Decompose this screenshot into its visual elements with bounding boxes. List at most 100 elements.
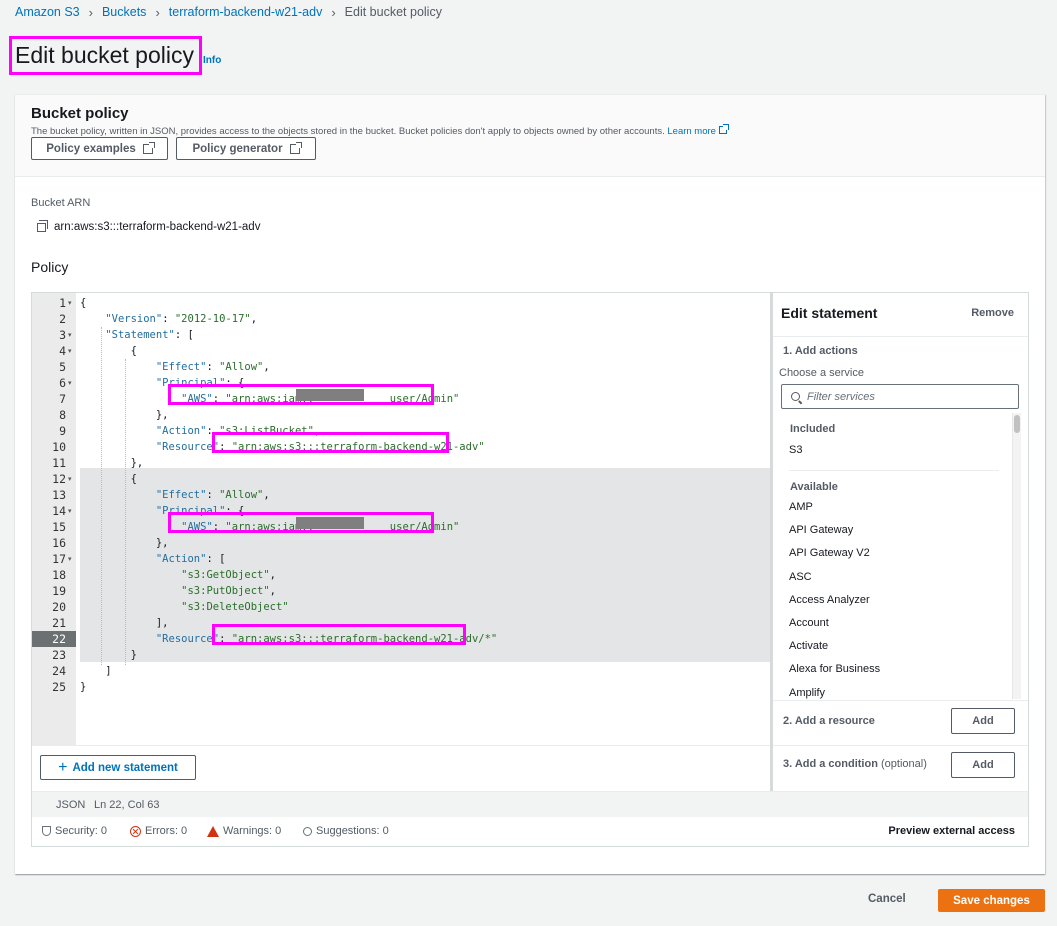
- external-link-icon: [289, 141, 302, 154]
- code-token: "Effect": [155, 361, 207, 373]
- code-line[interactable]: ]: [80, 663, 111, 679]
- code-line[interactable]: "s3:PutObject",: [80, 583, 276, 599]
- included-heading: Included: [790, 423, 836, 435]
- code-line[interactable]: }: [80, 647, 137, 663]
- service-item[interactable]: Amplify: [789, 687, 825, 699]
- filter-services-input[interactable]: Filter services: [781, 384, 1019, 409]
- add-new-statement-button[interactable]: + Add new statement: [40, 755, 196, 780]
- fold-toggle-icon[interactable]: ▾: [68, 507, 72, 515]
- suggestions-count[interactable]: Suggestions: 0: [303, 825, 389, 837]
- code-token: }: [80, 681, 87, 693]
- fold-toggle-icon[interactable]: ▾: [68, 555, 72, 563]
- line-number: 10: [52, 440, 66, 454]
- fold-toggle-icon[interactable]: ▾: [68, 331, 72, 339]
- scrollbar-thumb[interactable]: [1014, 415, 1020, 433]
- fold-toggle-icon[interactable]: ▾: [68, 475, 72, 483]
- services-scrollbar[interactable]: [1012, 413, 1021, 699]
- code-token: {: [80, 345, 137, 357]
- preview-external-access-button[interactable]: Preview external access: [888, 825, 1015, 837]
- add-condition-button[interactable]: Add: [951, 752, 1015, 778]
- service-item[interactable]: Account: [789, 617, 829, 629]
- line-number: 4: [59, 344, 66, 358]
- service-item[interactable]: API Gateway: [789, 524, 853, 536]
- breadcrumb-amazon-s3[interactable]: Amazon S3: [15, 5, 80, 19]
- code-line[interactable]: },: [80, 455, 144, 471]
- breadcrumb-buckets[interactable]: Buckets: [102, 5, 146, 19]
- line-number: 13: [52, 488, 66, 502]
- service-item[interactable]: API Gateway V2: [789, 547, 870, 559]
- divider: [773, 700, 1028, 701]
- service-item[interactable]: Activate: [789, 640, 828, 652]
- code-token: "Allow": [219, 361, 264, 373]
- code-line[interactable]: "s3:GetObject",: [80, 567, 276, 583]
- service-item[interactable]: ASC: [789, 571, 812, 583]
- code-token: "s3:PutObject": [181, 585, 270, 597]
- description-text: The bucket policy, written in JSON, prov…: [31, 126, 665, 137]
- learn-more-link[interactable]: Learn more: [667, 124, 729, 137]
- copy-icon[interactable]: [37, 219, 48, 232]
- available-heading: Available: [790, 481, 838, 493]
- service-item[interactable]: AMP: [789, 501, 813, 513]
- editor-status-bar: JSON Ln 22, Col 63: [32, 791, 1028, 817]
- breadcrumb-bucket[interactable]: terraform-backend-w21-adv: [169, 5, 323, 19]
- code-token: "Action": [155, 553, 207, 565]
- fold-toggle-icon[interactable]: ▾: [68, 379, 72, 387]
- add-resource-heading: 2. Add a resource: [783, 715, 875, 727]
- service-item-s3[interactable]: S3: [789, 444, 802, 456]
- bucket-policy-panel: Bucket policy The bucket policy, written…: [15, 94, 1045, 874]
- line-number: 16: [52, 536, 66, 550]
- code-line[interactable]: "s3:DeleteObject": [80, 599, 288, 615]
- code-line[interactable]: {: [80, 471, 137, 487]
- line-number: 5: [59, 360, 66, 374]
- lightbulb-icon: [303, 826, 312, 836]
- editor-actions: + Add new statement: [32, 745, 770, 791]
- bucket-arn-label: Bucket ARN: [31, 197, 91, 209]
- code-token: ,: [269, 585, 276, 597]
- line-number: 11: [52, 456, 66, 470]
- code-line[interactable]: {: [80, 295, 86, 311]
- warnings-count[interactable]: Warnings: 0: [207, 825, 281, 837]
- add-resource-button[interactable]: Add: [951, 708, 1015, 734]
- external-link-icon: [718, 124, 729, 134]
- fold-toggle-icon[interactable]: ▾: [68, 299, 72, 307]
- divider: [773, 745, 1028, 746]
- code-token: "2012-10-17": [174, 313, 251, 325]
- cancel-button[interactable]: Cancel: [868, 893, 906, 905]
- code-token: ,: [263, 489, 270, 501]
- highlight-resource-2: [212, 624, 466, 645]
- line-number: 9: [59, 424, 66, 438]
- panel-header: Bucket policy The bucket policy, written…: [15, 95, 1045, 177]
- remove-statement-button[interactable]: Remove: [971, 307, 1014, 319]
- service-item[interactable]: Alexa for Business: [789, 663, 880, 675]
- policy-examples-button[interactable]: Policy examples: [31, 137, 168, 160]
- code-line[interactable]: "Statement": [: [80, 327, 194, 343]
- policy-generator-button[interactable]: Policy generator: [176, 137, 316, 160]
- fold-toggle-icon[interactable]: ▾: [68, 347, 72, 355]
- line-number: 18: [52, 568, 66, 582]
- page-title: Edit bucket policy: [15, 42, 194, 68]
- save-changes-button[interactable]: Save changes: [938, 889, 1045, 912]
- security-count[interactable]: Security: 0: [42, 825, 107, 837]
- code-token: : [: [174, 329, 194, 341]
- service-item[interactable]: Access Analyzer: [789, 594, 870, 606]
- code-line[interactable]: }: [80, 679, 86, 695]
- code-line[interactable]: "Version": "2012-10-17",: [80, 311, 257, 327]
- code-token: :: [206, 489, 220, 501]
- code-line[interactable]: {: [80, 343, 137, 359]
- code-token: :: [206, 361, 220, 373]
- info-link[interactable]: Info: [203, 55, 221, 66]
- code-token: "Statement": [105, 329, 175, 341]
- code-line[interactable]: "Effect": "Allow",: [80, 359, 270, 375]
- errors-count[interactable]: Errors: 0: [130, 825, 187, 837]
- code-line[interactable]: "Effect": "Allow",: [80, 487, 270, 503]
- code-token: }: [80, 649, 137, 661]
- breadcrumb-current: Edit bucket policy: [344, 5, 442, 19]
- code-token: "Allow": [219, 489, 264, 501]
- search-icon: [791, 392, 800, 401]
- validation-bar: Security: 0 Errors: 0 Warnings: 0 Sugges…: [31, 817, 1029, 847]
